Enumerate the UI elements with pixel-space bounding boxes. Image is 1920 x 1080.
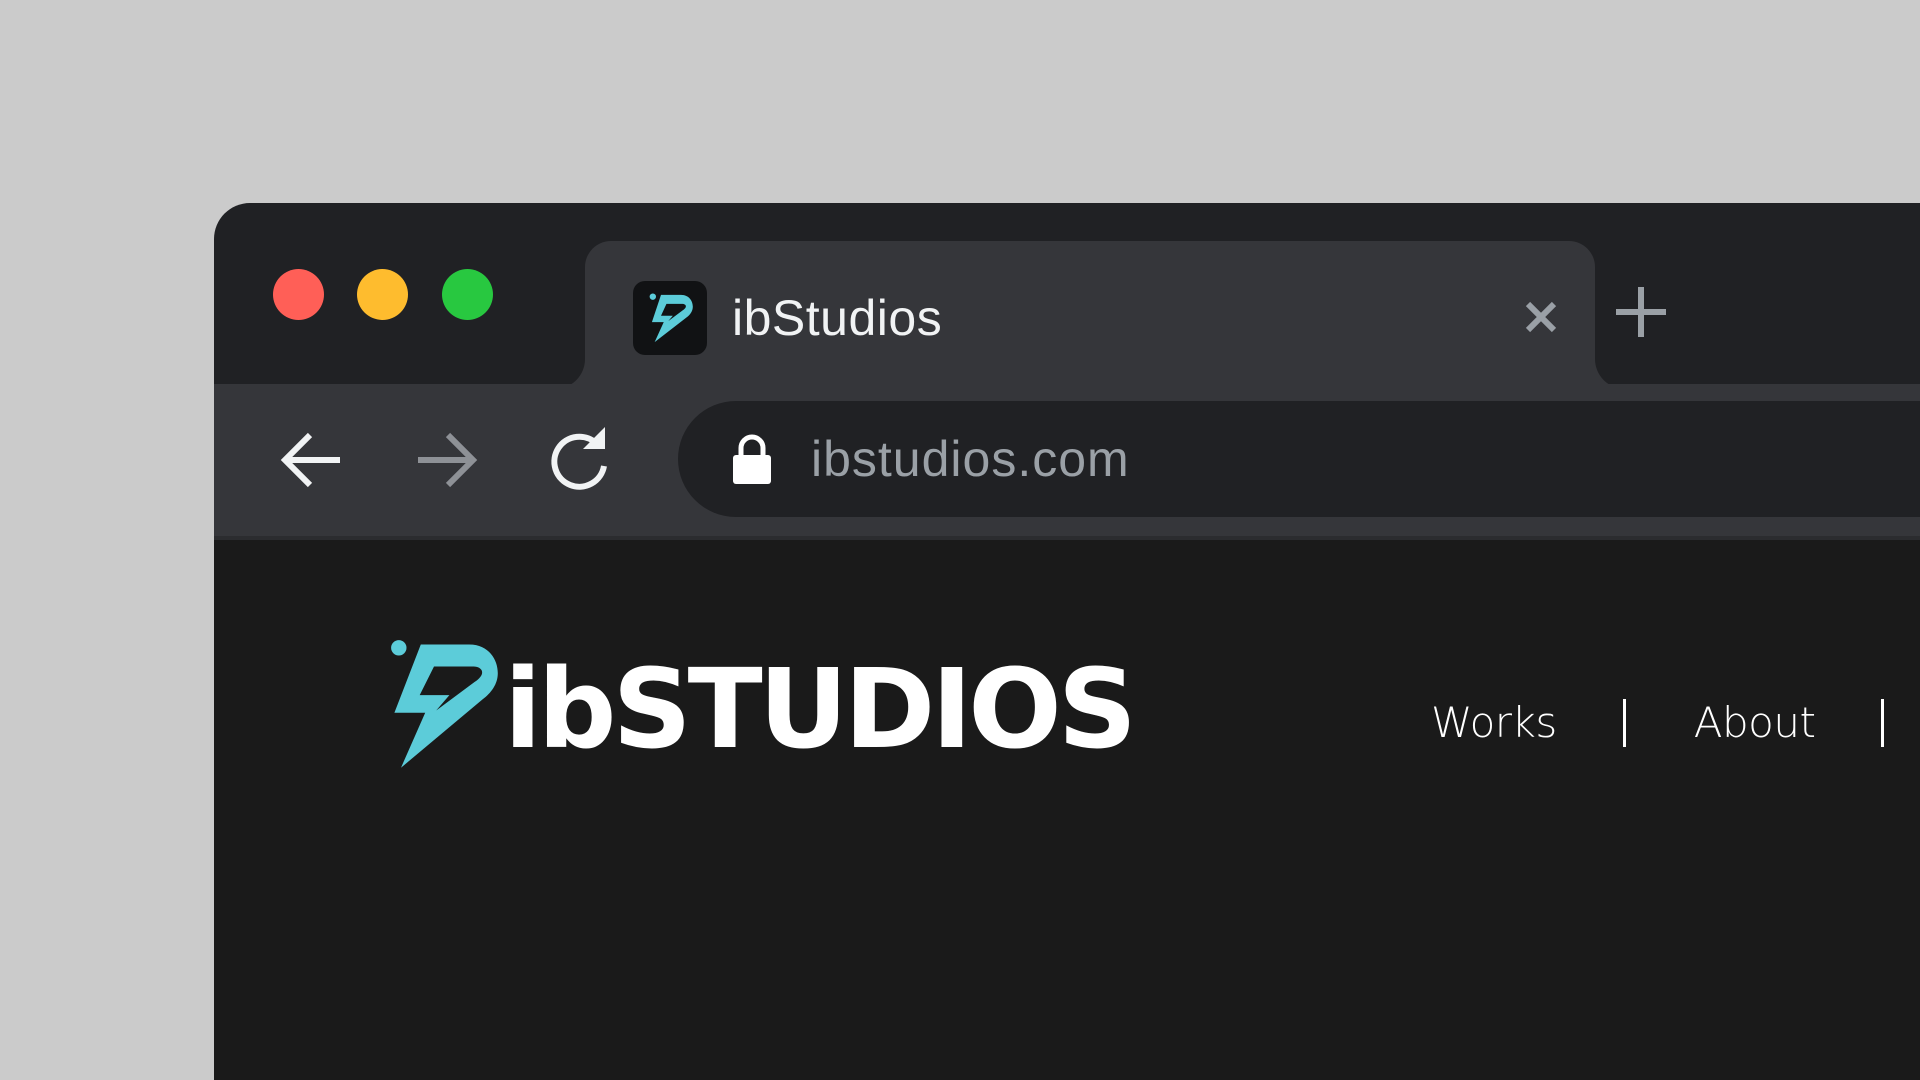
nav-link-works[interactable]: Works [1431, 693, 1557, 753]
nav-link-about[interactable]: About [1694, 693, 1816, 753]
url-text: ibstudios.com [811, 431, 1130, 487]
nav-separator [1622, 699, 1626, 747]
tab-strip: ibStudios [214, 203, 1920, 389]
site-nav: Works About [1431, 693, 1885, 753]
new-tab-plus-icon[interactable] [1614, 285, 1668, 339]
close-icon[interactable] [1520, 296, 1562, 338]
window-close-button[interactable] [273, 269, 324, 320]
tab-title: ibStudios [732, 290, 943, 346]
ibstudios-favicon-icon [633, 281, 707, 355]
toolbar: ibstudios.com [214, 384, 1920, 536]
reload-icon[interactable] [547, 427, 613, 493]
nav-separator [1881, 699, 1885, 747]
address-bar[interactable]: ibstudios.com [678, 401, 1920, 517]
web-page: ibSTUDIOS Works About [214, 540, 1920, 1080]
forward-arrow-icon[interactable] [414, 427, 480, 493]
window-maximize-button[interactable] [442, 269, 493, 320]
back-arrow-icon[interactable] [278, 427, 344, 493]
window-minimize-button[interactable] [357, 269, 408, 320]
site-logo[interactable]: ibSTUDIOS [390, 640, 1137, 773]
browser-window: ibStudios ibstudios.com ibSTUDIOS Works … [214, 203, 1920, 1080]
lock-icon [732, 433, 772, 485]
site-logo-wordmark: ibSTUDIOS [504, 645, 1137, 773]
tab-ibstudios[interactable]: ibStudios [547, 241, 1771, 389]
ibstudios-logo-icon [391, 640, 498, 768]
